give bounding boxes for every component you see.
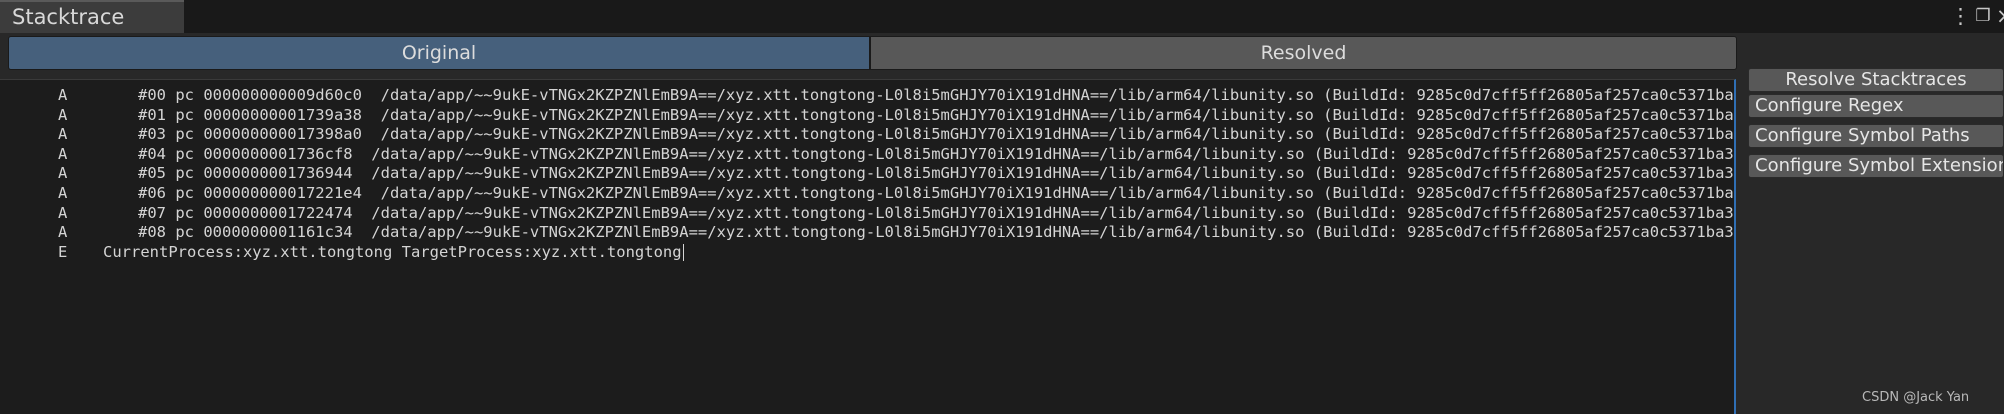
log-level: A	[58, 164, 68, 183]
maximize-icon[interactable]: ❐	[1973, 4, 1993, 28]
close-icon[interactable]: ×	[1996, 4, 2004, 28]
stacktrace-panel: Original Resolved A #00 pc 000000000009d6…	[0, 33, 2004, 414]
log-message: CurrentProcess:xyz.xtt.tongtong TargetPr…	[103, 242, 684, 261]
log-level: A	[58, 144, 68, 163]
more-menu-icon[interactable]: ⋮	[1950, 4, 1971, 28]
tab-original[interactable]: Original	[8, 36, 870, 70]
log-message: #08 pc 0000000001161c34 /data/app/~~9ukE…	[138, 223, 1736, 242]
configure-symbol-extensions-button[interactable]: Configure Symbol Extensions	[1748, 154, 2004, 178]
stacktrace-text-area[interactable]: A #00 pc 000000000009d60c0 /data/app/~~9u…	[0, 79, 1736, 414]
log-level: A	[58, 125, 68, 144]
log-level: A	[58, 223, 68, 242]
tab-resolved[interactable]: Resolved	[870, 36, 1737, 70]
title-bar: Stacktrace Utility ⋮ ❐ ×	[0, 0, 2004, 60]
log-level: A	[58, 105, 68, 124]
resolve-stacktraces-button[interactable]: Resolve Stacktraces	[1748, 68, 2004, 92]
log-message: #06 pc 000000000017221e4 /data/app/~~9uk…	[138, 184, 1736, 202]
log-message: #07 pc 0000000001722474 /data/app/~~9ukE…	[138, 203, 1736, 222]
window-tab-title[interactable]: Stacktrace Utility	[0, 0, 184, 60]
watermark: CSDN @Jack Yan	[1862, 390, 1970, 405]
log-message: #04 pc 0000000001736cf8 /data/app/~~9ukE…	[138, 144, 1736, 163]
log-level: E	[58, 242, 68, 261]
log-level: A	[58, 86, 68, 104]
log-level: A	[58, 184, 68, 202]
text-caret	[682, 243, 684, 261]
log-message: #00 pc 000000000009d60c0 /data/app/~~9uk…	[138, 86, 1736, 104]
log-message: #01 pc 00000000001739a38 /data/app/~~9uk…	[138, 105, 1736, 124]
log-message: #05 pc 0000000001736944 /data/app/~~9ukE…	[138, 164, 1736, 183]
log-level: A	[58, 203, 68, 222]
configure-symbol-paths-button[interactable]: Configure Symbol Paths	[1748, 124, 2004, 148]
log-message: #03 pc 000000000017398a0 /data/app/~~9uk…	[138, 125, 1736, 144]
configure-regex-button[interactable]: Configure Regex	[1748, 94, 2004, 118]
